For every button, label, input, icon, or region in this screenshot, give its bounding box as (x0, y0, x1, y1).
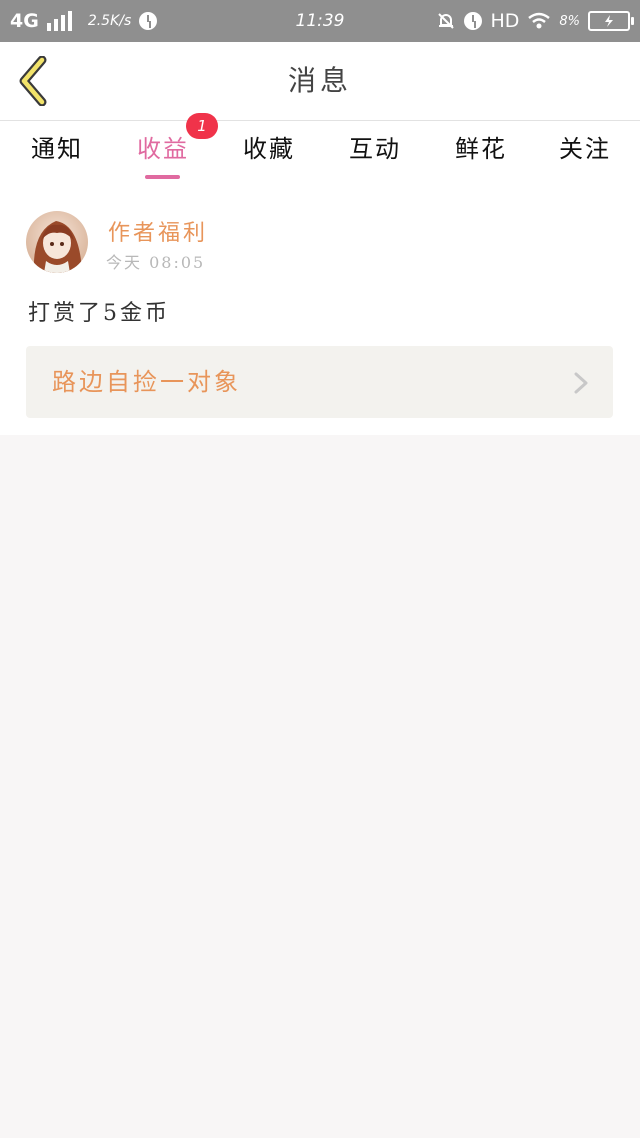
mute-bell-icon (438, 13, 455, 29)
battery-icon (588, 11, 634, 31)
unread-badge: 1 (186, 113, 218, 139)
tab-notifications[interactable]: 通知 (22, 121, 92, 181)
page-title: 消息 (287, 64, 352, 97)
tab-following[interactable]: 关注 (550, 121, 620, 181)
avatar-image (26, 211, 88, 273)
tab-flowers[interactable]: 鲜花 (446, 121, 516, 181)
book-title: 路边自捡一对象 (52, 368, 241, 396)
active-tab-indicator (145, 175, 180, 179)
message-text: 打赏了5金币 (28, 301, 170, 326)
tab-bar: 通知 收益 1 收藏 互动 鲜花 关注 (0, 113, 640, 187)
header: 消息 (0, 42, 640, 121)
book-link-card[interactable]: 路边自捡一对象 (26, 346, 613, 418)
message-time: 今天 08:05 (106, 253, 206, 272)
wifi-icon (528, 12, 551, 29)
message-item: 作者福利 今天 08:05 打赏了5金币 路边自捡一对象 (0, 187, 640, 435)
sender-name: 作者福利 (108, 221, 209, 246)
tab-favorites[interactable]: 收藏 (234, 121, 304, 181)
battery-percent: 8% (559, 13, 580, 29)
status-bar: 4G 2.5K/s 11:39 HD 8% (0, 0, 640, 42)
status-right: HD 8% (436, 0, 634, 42)
alarm-icon-right (464, 12, 483, 30)
avatar[interactable] (26, 211, 88, 273)
chevron-right-icon (574, 372, 588, 394)
tab-interactions[interactable]: 互动 (340, 121, 410, 181)
hd-indicator: HD (490, 10, 520, 32)
charging-icon (605, 15, 613, 27)
